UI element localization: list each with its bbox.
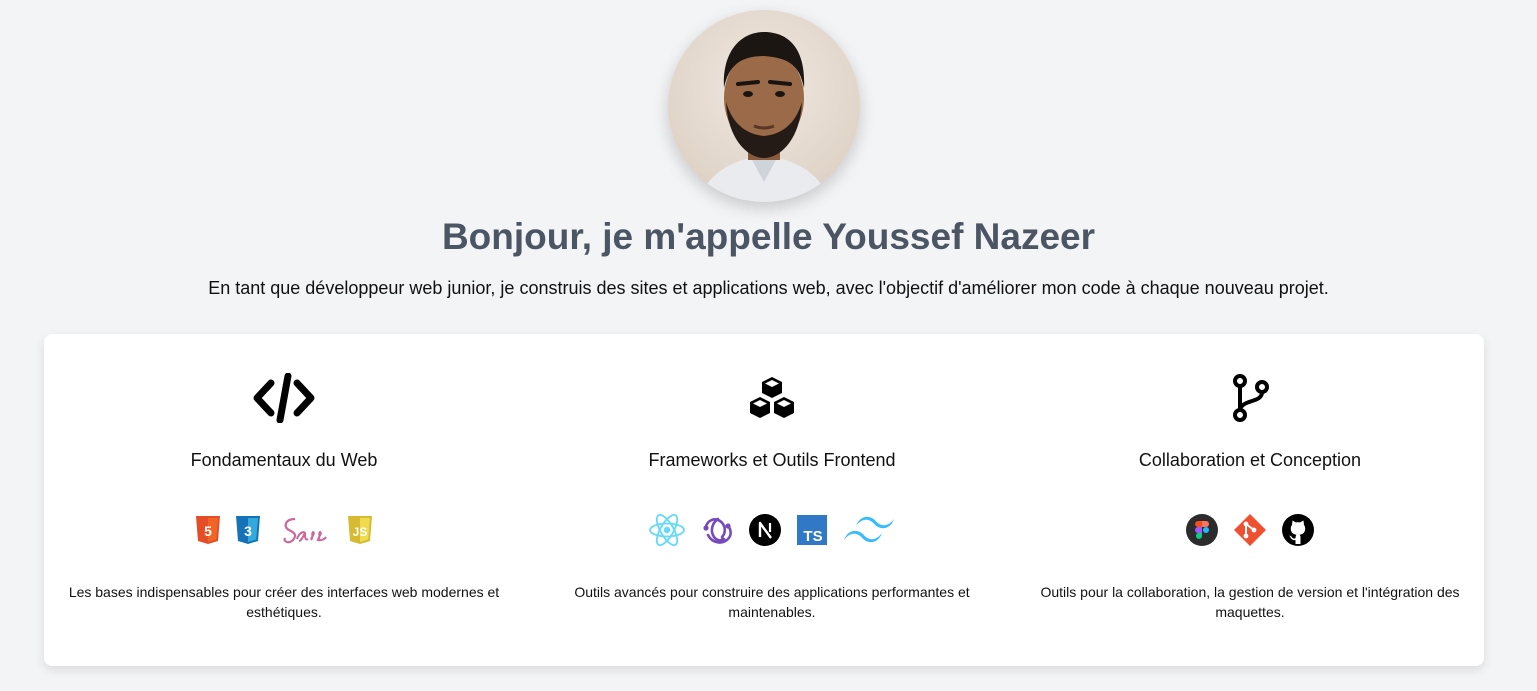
git-icon — [1233, 513, 1267, 547]
react-icon — [648, 512, 686, 548]
nextjs-icon — [748, 513, 782, 547]
intro-text: En tant que développeur web junior, je c… — [208, 278, 1329, 298]
skill-description: Outils pour la collaboration, la gestion… — [1040, 584, 1460, 620]
cubes-icon — [532, 372, 1012, 424]
page-title: Bonjour, je m'appelle Youssef Nazeer — [441, 216, 1096, 257]
css3-icon: 3 — [235, 515, 261, 545]
skill-description: Outils avancés pour construire des appli… — [574, 584, 970, 620]
skill-column-web-fundamentals: Fondamentaux du Web 5 3 JS Les bases ind… — [44, 334, 524, 666]
sass-icon — [281, 513, 327, 547]
tool-icons: TS — [532, 510, 1012, 550]
code-icon — [44, 372, 524, 424]
svg-text:3: 3 — [244, 523, 252, 539]
github-icon — [1281, 513, 1315, 547]
svg-text:TS: TS — [803, 528, 822, 545]
tool-icons — [1010, 510, 1490, 550]
profile-photo — [668, 10, 860, 202]
typescript-icon: TS — [796, 514, 828, 546]
code-branch-icon — [1010, 372, 1490, 424]
skills-card: Fondamentaux du Web 5 3 JS Les bases ind… — [44, 334, 1484, 666]
skill-column-collaboration: Collaboration et Conception Outils pour … — [1010, 334, 1490, 666]
svg-text:JS: JS — [353, 525, 368, 539]
tailwind-icon — [842, 513, 896, 547]
svg-text:5: 5 — [204, 523, 212, 539]
skill-column-frontend-frameworks: Frameworks et Outils Frontend TS Outils … — [532, 334, 1012, 666]
html5-icon: 5 — [195, 515, 221, 545]
javascript-icon: JS — [347, 515, 373, 545]
tool-icons: 5 3 JS — [44, 510, 524, 550]
skill-title: Collaboration et Conception — [1138, 450, 1362, 470]
figma-icon — [1185, 513, 1219, 547]
skill-description: Les bases indispensables pour créer des … — [68, 584, 500, 620]
skill-title: Fondamentaux du Web — [190, 450, 378, 470]
redux-icon — [700, 513, 734, 547]
skill-title: Frameworks et Outils Frontend — [648, 450, 896, 470]
